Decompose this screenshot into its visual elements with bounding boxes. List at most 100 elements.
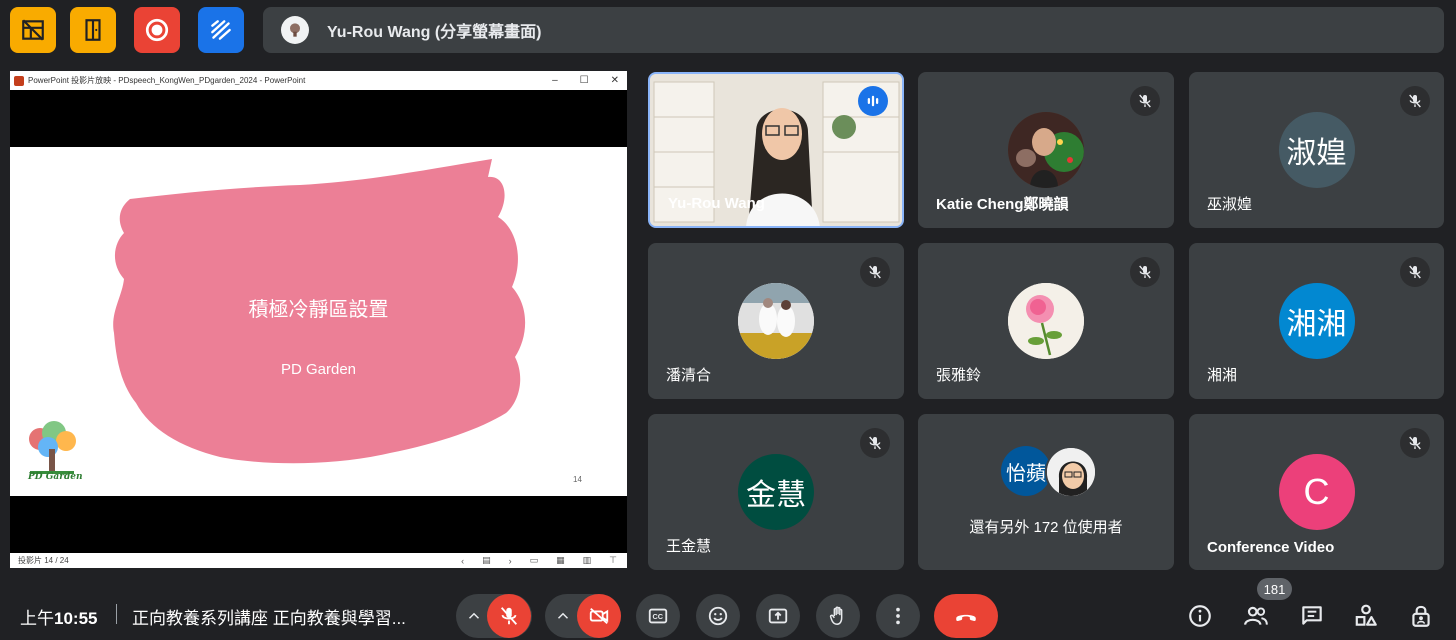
slide-counter: 投影片 14 / 24 [18, 556, 69, 565]
host-controls-button[interactable] [1405, 600, 1437, 632]
participant-tile-wu-shu-huang[interactable]: 淑媓 巫淑媓 [1189, 72, 1444, 228]
mic-options-chevron-icon[interactable] [460, 594, 488, 638]
participant-name: 張雅鈴 [936, 367, 982, 384]
slide-title: 積極冷靜區設置 [248, 299, 389, 321]
raise-hand-button[interactable] [816, 594, 860, 638]
mic-off-icon [1130, 86, 1160, 116]
chat-button[interactable] [1296, 600, 1328, 632]
meet-window: Yu-Rou Wang (分享螢幕畫面) PowerPoint 投影片放映 - … [0, 0, 1456, 640]
emoji-icon [708, 606, 728, 626]
chat-icon [1302, 606, 1322, 625]
avatar: 怡蘋 [1001, 446, 1051, 496]
participant-tile-xiang-xiang[interactable]: 湘湘 湘湘 [1189, 243, 1444, 399]
participant-name: Yu-Rou Wang [668, 195, 765, 212]
participant-tile-katie-cheng[interactable]: Katie Cheng鄭曉韻 [918, 72, 1174, 228]
captions-icon: CC [648, 608, 668, 624]
meeting-title: 正向教養系列講座 正向教養與學習... [132, 609, 406, 628]
avatar [1008, 283, 1084, 359]
avatar: 湘湘 [1278, 283, 1355, 359]
activities-shapes-icon [1355, 604, 1377, 626]
next-slide-icon[interactable]: › [509, 556, 512, 566]
reactions-button[interactable] [696, 594, 740, 638]
ppt-titlebar: PowerPoint 投影片放映 - PDspeech_KongWen_PDga… [10, 71, 627, 90]
hang-up-icon [956, 614, 976, 622]
presenter-avatar [281, 16, 309, 44]
svg-text:CC: CC [653, 612, 664, 621]
present-screen-icon [768, 608, 788, 624]
others-count-label: 還有另外 172 位使用者 [969, 519, 1123, 536]
lock-person-icon [1412, 605, 1430, 627]
meeting-details-button[interactable] [1184, 600, 1216, 632]
camera-off-icon [589, 607, 609, 625]
exit-door-icon [85, 19, 101, 41]
leave-call-button[interactable] [934, 594, 998, 638]
participant-name: Katie Cheng鄭曉韻 [936, 196, 1069, 213]
whiteboard-button[interactable] [198, 7, 244, 53]
avatar [1008, 112, 1084, 188]
participant-tile-wang-jin-hui[interactable]: 金慧 王金慧 [648, 414, 904, 570]
avatar [738, 283, 814, 359]
more-options-button[interactable] [876, 594, 920, 638]
slideshow-view-icon[interactable]: ⊤ [609, 555, 617, 566]
divider [116, 604, 117, 624]
avatar [1045, 446, 1097, 498]
speaking-indicator-icon [858, 86, 888, 116]
slide-number: 14 [573, 475, 582, 484]
participant-name: 潘清合 [666, 367, 712, 384]
record-button[interactable] [134, 7, 180, 53]
mic-toggle-button[interactable] [487, 594, 531, 638]
camera-toggle-button[interactable] [577, 594, 621, 638]
participant-name: 王金慧 [666, 538, 712, 555]
slide-menu-icon[interactable]: ▤ [482, 555, 491, 566]
people-icon [1244, 606, 1268, 625]
whiteboard-icon [211, 20, 231, 40]
powerpoint-icon [14, 75, 24, 86]
participant-tile-conference-video[interactable]: C Conference Video [1189, 414, 1444, 570]
activities-button[interactable] [1350, 600, 1382, 632]
reading-view-icon[interactable]: ▥ [583, 555, 592, 566]
shared-screen: PowerPoint 投影片放映 - PDspeech_KongWen_PDga… [10, 71, 627, 568]
hand-icon [829, 606, 843, 625]
record-icon [145, 18, 169, 42]
participant-count-badge: 181 [1257, 578, 1292, 600]
screen-share-banner: Yu-Rou Wang (分享螢幕畫面) [263, 7, 1444, 53]
prev-slide-icon[interactable]: ‹ [461, 556, 464, 566]
mic-off-icon [860, 257, 890, 287]
mic-off-icon [1130, 257, 1160, 287]
minimize-icon[interactable]: – [552, 75, 558, 86]
time-prefix: 上午 [20, 609, 54, 628]
slide-subtitle: PD Garden [280, 361, 357, 378]
captions-button[interactable]: CC [636, 594, 680, 638]
participant-tile-zhang-ya-ling[interactable]: 張雅鈴 [918, 243, 1174, 399]
present-button[interactable] [756, 594, 800, 638]
pd-logo-text: PD Garden [28, 472, 83, 482]
participant-tile-pan-qing-he[interactable]: 潘清合 [648, 243, 904, 399]
maximize-icon[interactable]: ☐ [580, 75, 589, 86]
share-banner-text: Yu-Rou Wang (分享螢幕畫面) [327, 24, 542, 41]
normal-view-icon[interactable]: ▭ [530, 555, 539, 566]
ppt-statusbar: 投影片 14 / 24 ‹ ▤ › ▭ ▦ ▥ ⊤ [10, 553, 627, 568]
ppt-window-title: PowerPoint 投影片放映 - PDspeech_KongWen_PDga… [28, 76, 306, 85]
participant-name: Conference Video [1207, 539, 1335, 556]
more-vert-icon [896, 607, 900, 625]
camera-options-chevron-icon[interactable] [549, 594, 577, 638]
exit-button[interactable] [70, 7, 116, 53]
avatar: 淑媓 [1278, 112, 1355, 188]
participant-name: 湘湘 [1207, 367, 1238, 384]
slide: 積極冷靜區設置 PD Garden [10, 147, 627, 496]
sorter-view-icon[interactable]: ▦ [556, 555, 565, 566]
avatar: C [1278, 454, 1355, 530]
participant-tile-others[interactable]: 怡蘋 還有另外 172 位使用者 [918, 414, 1174, 570]
layout-button[interactable] [10, 7, 56, 53]
participant-tile-yu-rou-wang[interactable]: Yu-Rou Wang [648, 72, 904, 228]
time: 10:55 [54, 609, 98, 628]
clock: 上午10:55 [20, 604, 97, 629]
mic-off-icon [860, 428, 890, 458]
mic-off-icon [500, 607, 518, 625]
mic-off-icon [1400, 257, 1430, 287]
participant-name: 巫淑媓 [1207, 196, 1253, 213]
people-button[interactable] [1240, 600, 1272, 632]
close-icon[interactable]: ✕ [611, 75, 619, 86]
mic-off-icon [1400, 86, 1430, 116]
info-icon [1189, 605, 1211, 627]
